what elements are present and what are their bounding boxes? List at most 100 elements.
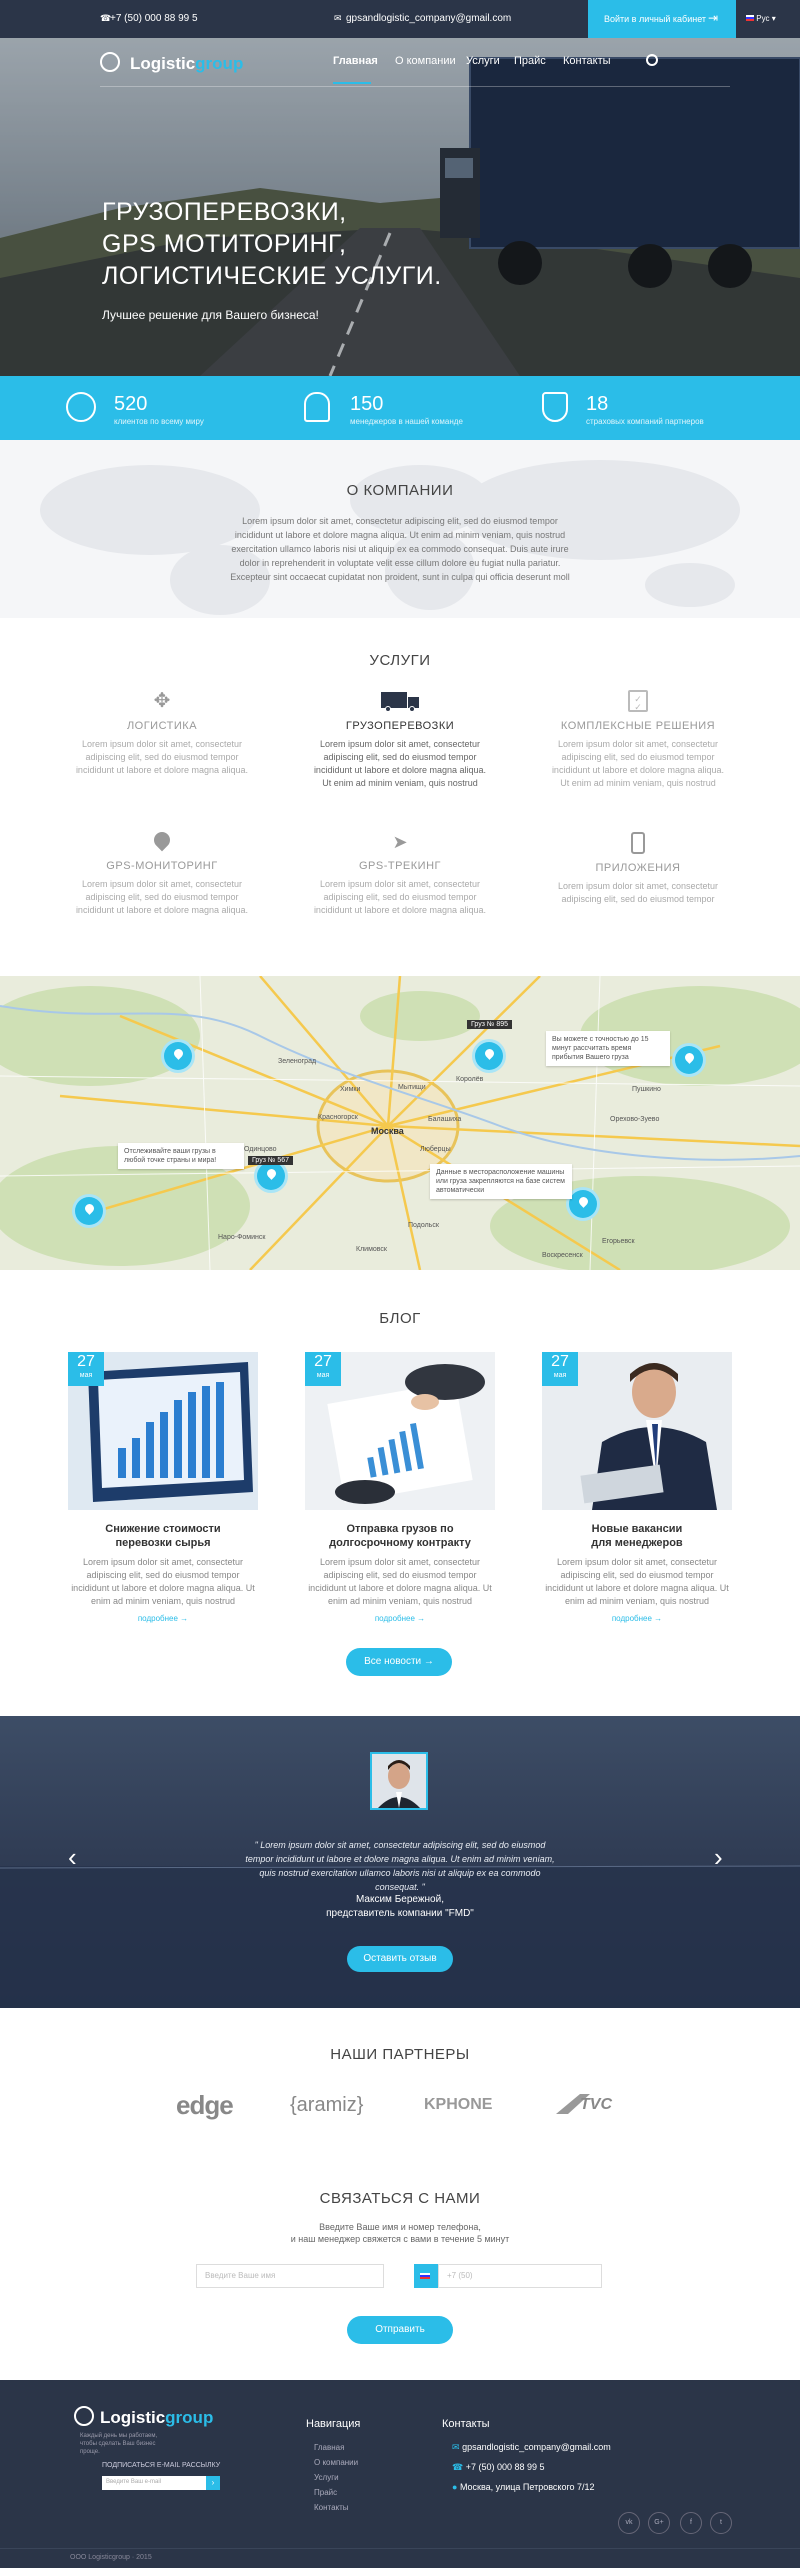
footer-phone[interactable]: ☎ +7 (50) 000 88 99 5 — [452, 2462, 545, 2473]
services-title: УСЛУГИ — [369, 652, 431, 669]
map-label-moscow: Москва — [371, 1126, 404, 1136]
blog-post-title[interactable]: Снижение стоимости перевозки сырья — [68, 1522, 258, 1550]
footer-contacts-title: Контакты — [442, 2418, 490, 2430]
twitter-icon[interactable]: t — [710, 2512, 732, 2534]
blog-card[interactable]: 27 мая Снижение стоимости перевозки сырь… — [68, 1352, 258, 1623]
testimonial-quote: " Lorem ipsum dolor sit amet, consectetu… — [245, 1840, 555, 1892]
contact-title: СВЯЗАТЬСЯ С НАМИ — [319, 2190, 481, 2207]
all-news-button[interactable]: Все новости → — [346, 1648, 452, 1676]
blog-post-title[interactable]: Новые вакансии для менеджеров — [542, 1522, 732, 1550]
about-title: О КОМПАНИИ — [346, 482, 454, 499]
about-text: Lorem ipsum dolor sit amet, consectetur … — [230, 516, 570, 582]
tracking-map[interactable]: Москва Зеленоград Мытищи Химки Красногор… — [0, 976, 800, 1270]
map-pin[interactable] — [672, 1043, 706, 1077]
logo-main: Logistic — [130, 54, 196, 73]
map-pin[interactable] — [472, 1039, 506, 1073]
footer-nav-price[interactable]: Прайс — [314, 2485, 358, 2500]
cargo-tag: Груз № 895 — [467, 1020, 512, 1029]
read-more-link[interactable]: подробнее → — [68, 1614, 258, 1623]
search-icon[interactable] — [646, 54, 658, 66]
facebook-icon[interactable]: f — [680, 2512, 702, 2534]
footer-nav-title: Навигация — [306, 2418, 361, 2430]
service-text: Lorem ipsum dolor sit amet, consectetur … — [557, 881, 719, 904]
service-text: Lorem ipsum dolor sit amet, consectetur … — [551, 739, 725, 788]
blog-date: 27 мая — [305, 1352, 341, 1386]
service-text: Lorem ipsum dolor sit amet, consectetur … — [313, 879, 487, 915]
topbar-phone[interactable]: +7 (50) 000 88 99 5 — [110, 13, 198, 24]
service-text: Lorem ipsum dolor sit amet, consectetur … — [75, 879, 249, 915]
footer-nav-about[interactable]: О компании — [314, 2455, 358, 2470]
hero-line-1: ГРУЗОПЕРЕВОЗКИ, — [102, 198, 347, 226]
hero-line-2: GPS МОТИТОРИНГ, — [102, 230, 347, 258]
nav-item-about[interactable]: О компании — [395, 55, 456, 67]
map-label: Климовск — [356, 1246, 387, 1253]
partner-logo-kphone[interactable]: KPHONE — [424, 2096, 492, 2114]
name-input[interactable]: Введите Ваше имя — [196, 2264, 384, 2288]
service-gps-tracking[interactable]: ➤ GPS-ТРЕКИНГ Lorem ipsum dolor sit amet… — [310, 832, 490, 917]
location-pin-icon: ● — [452, 2482, 458, 2492]
subscribe-arrow-icon[interactable]: › — [206, 2476, 220, 2490]
map-tooltip: Данные в месторасположение машины или гр… — [430, 1164, 572, 1199]
login-button[interactable]: Войти в личный кабинет ⇥ — [588, 0, 736, 38]
nav-item-price[interactable]: Прайс — [514, 55, 546, 67]
date-day: 27 — [551, 1353, 569, 1370]
blog-post-title[interactable]: Отправка грузов по долгосрочному контрак… — [305, 1522, 495, 1550]
footer-nav-services[interactable]: Услуги — [314, 2470, 358, 2485]
map-label: Одинцово — [244, 1146, 277, 1153]
nav-divider — [100, 86, 730, 87]
nav-item-home[interactable]: Главная — [333, 55, 378, 67]
chevron-left-icon[interactable]: ‹ — [68, 1844, 77, 1870]
contact-section: СВЯЗАТЬСЯ С НАМИ Введите Ваше имя и номе… — [0, 2170, 800, 2380]
partners-section: НАШИ ПАРТНЕРЫ edge {aramiz} KPHONE TVC — [0, 2010, 800, 2170]
blog-image[interactable]: 27 мая — [305, 1352, 495, 1510]
footer-nav-home[interactable]: Главная — [314, 2440, 358, 2455]
chevron-right-icon[interactable]: › — [714, 1844, 723, 1870]
service-gps-monitoring[interactable]: GPS-МОНИТОРИНГ Lorem ipsum dolor sit ame… — [72, 828, 252, 917]
login-label: Войти в личный кабинет — [604, 14, 707, 24]
nav-item-services[interactable]: Услуги — [466, 55, 500, 67]
service-complex[interactable]: ✓ ✓ КОМПЛЕКСНЫЕ РЕШЕНИЯ Lorem ipsum dolor… — [548, 690, 728, 790]
service-logistics[interactable]: ✥ ЛОГИСТИКА Lorem ipsum dolor sit amet, … — [72, 690, 252, 777]
hero-subtitle: Лучшее решение для Вашего бизнеса! — [102, 308, 319, 322]
subscribe-input[interactable]: Введите Ваш e-mail — [102, 2476, 206, 2490]
footer-email[interactable]: ✉ gpsandlogistic_company@gmail.com — [452, 2442, 611, 2453]
topbar-email[interactable]: gpsandlogistic_company@gmail.com — [346, 13, 511, 24]
send-button[interactable]: Отправить — [347, 2316, 453, 2344]
map-label: Королёв — [456, 1076, 484, 1083]
blog-card[interactable]: 27 мая Новые вакансии для менеджеров Lor… — [542, 1352, 732, 1623]
login-icon: ⇥ — [708, 11, 719, 25]
service-freight[interactable]: ГРУЗОПЕРЕВОЗКИ Lorem ipsum dolor sit ame… — [310, 690, 490, 790]
blog-image[interactable]: 27 мая — [542, 1352, 732, 1510]
phone-input[interactable]: +7 (50) — [438, 2264, 602, 2288]
read-more-link[interactable]: подробнее → — [542, 1614, 732, 1623]
map-label: Зеленоград — [278, 1058, 317, 1065]
blog-date: 27 мая — [542, 1352, 578, 1386]
leave-review-button[interactable]: Оставить отзыв — [347, 1946, 453, 1972]
partner-logo-edge[interactable]: edge — [176, 2090, 234, 2121]
google-plus-icon[interactable]: G+ — [648, 2512, 670, 2534]
map-label: Химки — [340, 1086, 361, 1093]
stat-insurers-caption: страховых компаний партнеров — [586, 417, 704, 426]
footer-address-text: Москва, улица Петровского 7/12 — [459, 2482, 595, 2492]
partner-logo-tvc[interactable]: TVC — [556, 2090, 636, 2120]
blog-image[interactable]: 27 мая — [68, 1352, 258, 1510]
service-apps[interactable]: ПРИЛОЖЕНИЯ Lorem ipsum dolor sit amet, c… — [548, 832, 728, 906]
language-selector[interactable]: Рус ▾ — [746, 14, 776, 23]
map-pin[interactable] — [72, 1194, 106, 1228]
phone-flag-select[interactable] — [414, 2264, 438, 2288]
map-label: Красногорск — [318, 1114, 358, 1121]
date-month: мая — [316, 1372, 330, 1379]
map-pin[interactable] — [161, 1039, 195, 1073]
contact-subtitle-2: и наш менеджер свяжется с вами в течение… — [290, 2234, 510, 2244]
read-more-link[interactable]: подробнее → — [305, 1614, 495, 1623]
blog-card[interactable]: 27 мая Отправка грузов по долгосрочному … — [305, 1352, 495, 1623]
partner-logo-aramiz[interactable]: {aramiz} — [290, 2094, 363, 2117]
about-section: О КОМПАНИИ Lorem ipsum dolor sit amet, c… — [0, 440, 800, 618]
blog-section: БЛОГ 27 мая Снижение стоимости перевозки… — [0, 1270, 800, 1716]
footer-nav-contacts[interactable]: Контакты — [314, 2500, 358, 2515]
nav-item-contacts[interactable]: Контакты — [563, 55, 611, 67]
globe-icon — [74, 2406, 94, 2426]
chevron-down-icon: ▾ — [771, 14, 776, 23]
vk-icon[interactable]: vk — [618, 2512, 640, 2534]
testimonial-author: Максим Бережной, — [355, 1894, 444, 1905]
